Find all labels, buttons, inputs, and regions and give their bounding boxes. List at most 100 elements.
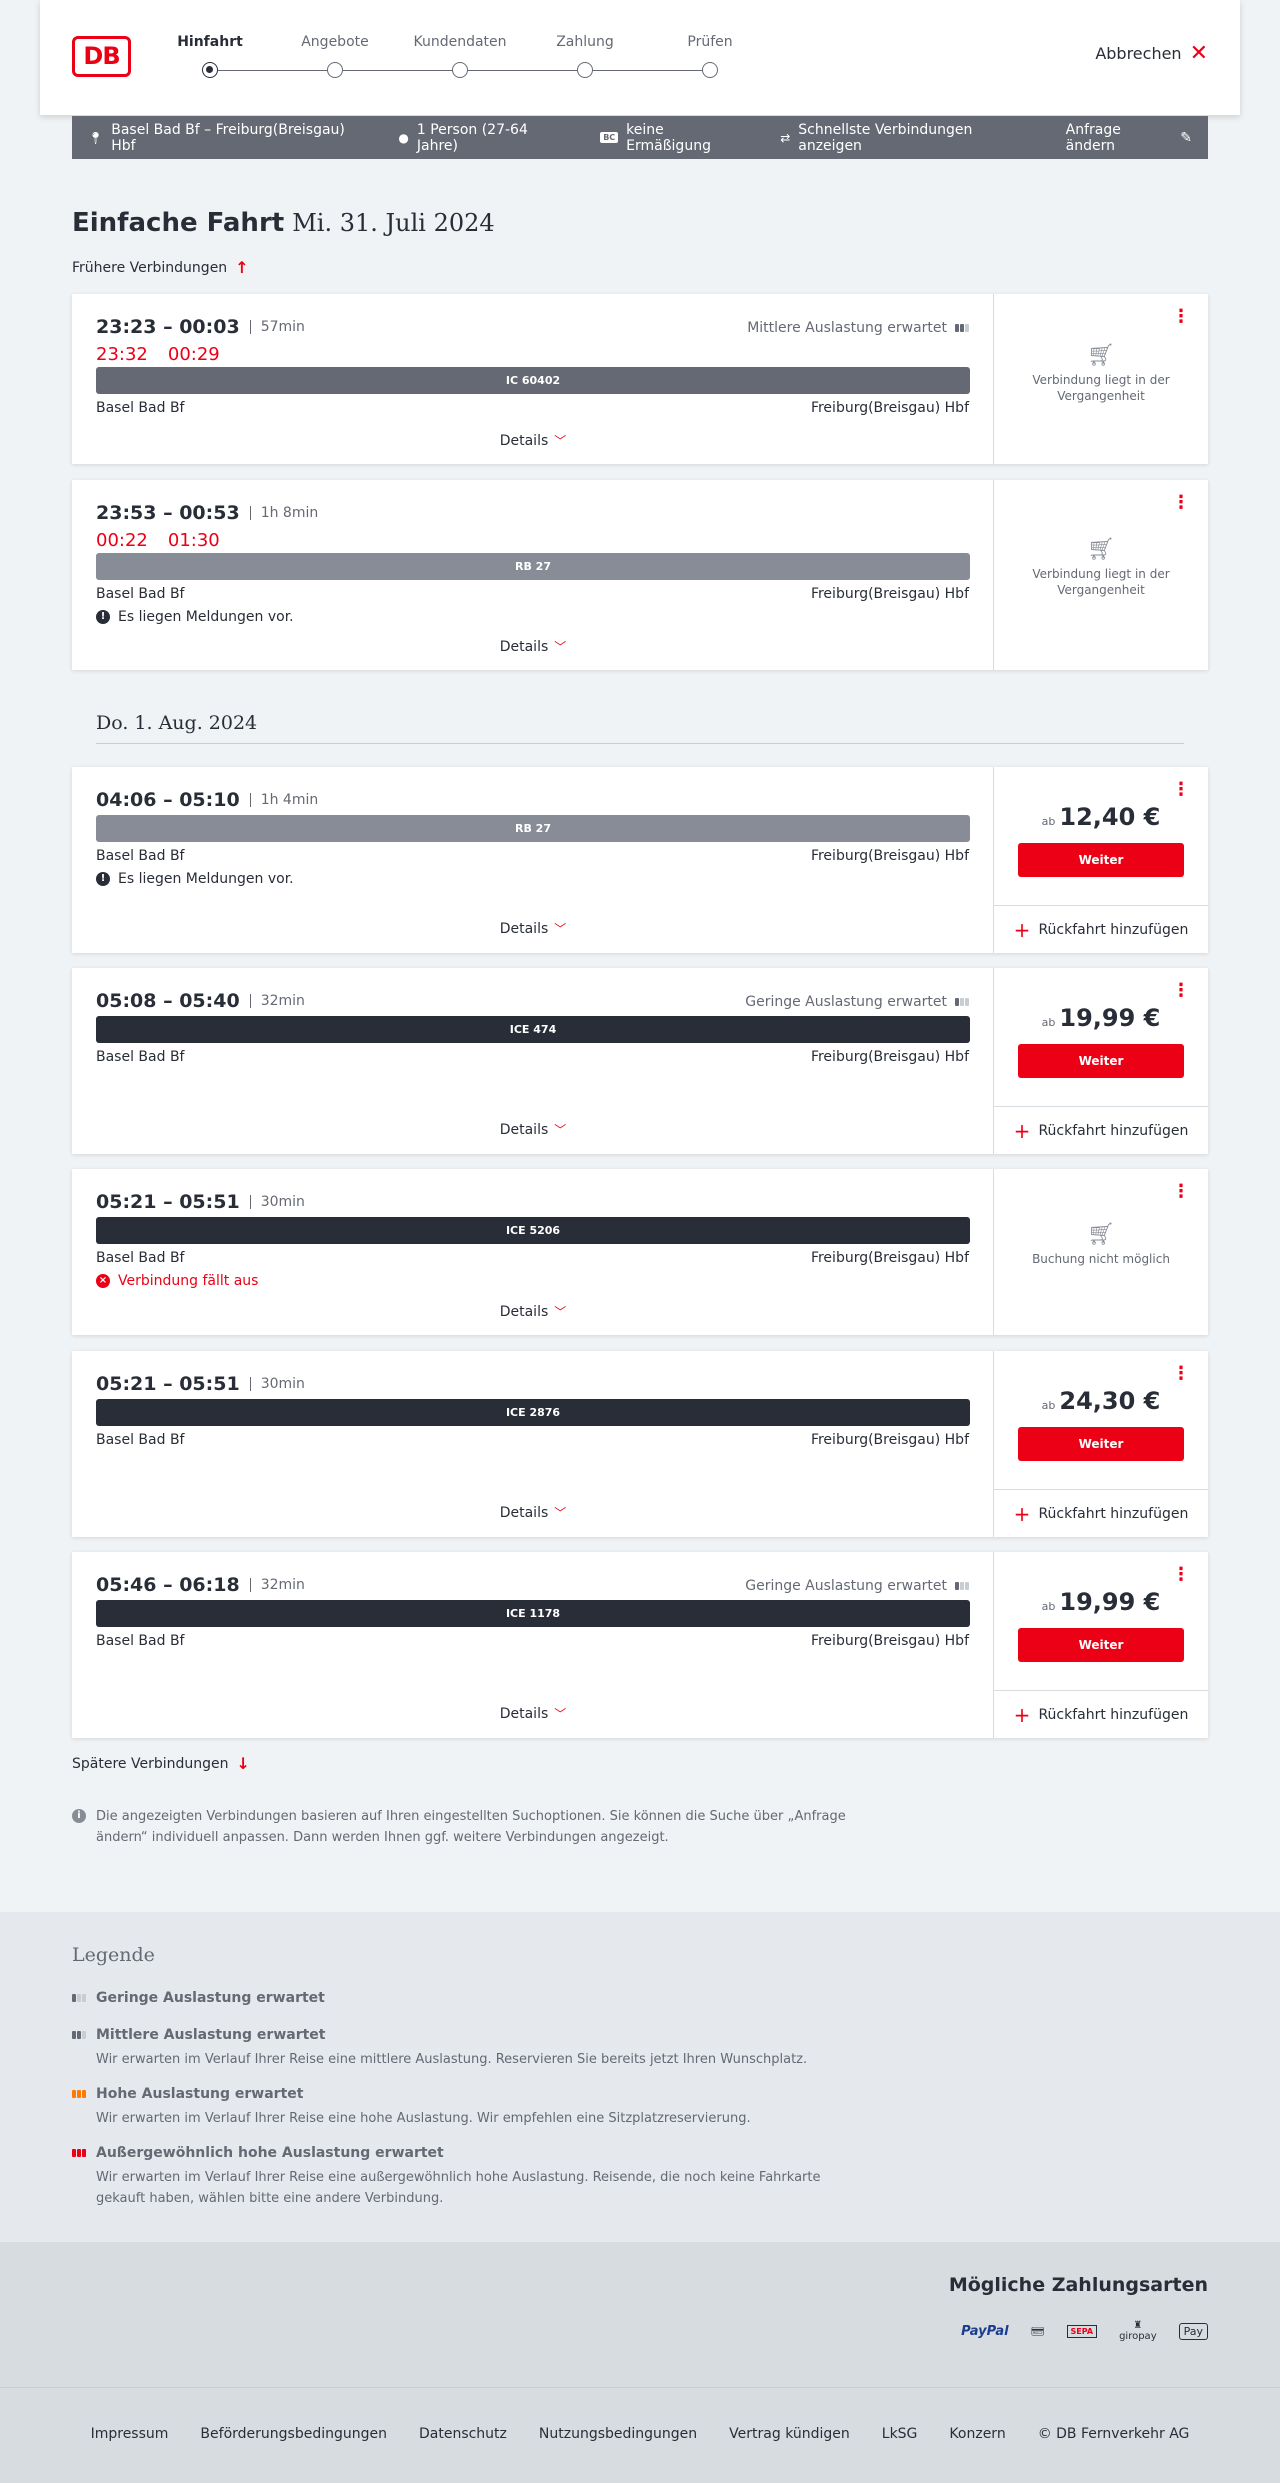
- connection-side: ⋮ 🛒︎ Verbindung liegt in der Vergangenhei…: [994, 294, 1208, 464]
- page-footer: Impressum Beförderungsbedingungen Datens…: [0, 2387, 1280, 2483]
- page-title: Einfache Fahrt Mi. 31. Juli 2024: [72, 208, 495, 238]
- footer-link-vertrag-kuendigen[interactable]: Vertrag kündigen: [729, 2426, 850, 2442]
- realtime-arrival: 01:30: [167, 530, 220, 551]
- details-label: Details: [499, 921, 549, 937]
- footer-link-datenschutz[interactable]: Datenschutz: [419, 2426, 507, 2442]
- time-range: 05:21 – 05:51: [96, 1373, 240, 1395]
- step-dot-active: [202, 62, 218, 78]
- occupancy-low-icon: [955, 1582, 969, 1590]
- train-bar[interactable]: ICE 1178: [96, 1600, 970, 1627]
- cancel-button[interactable]: Abbrechen ✕: [1095, 40, 1208, 66]
- footer-links: Impressum Beförderungsbedingungen Datens…: [0, 2426, 1280, 2442]
- price-prefix: ab: [1041, 1600, 1056, 1613]
- add-return-trip-button[interactable]: + Rückfahrt hinzufügen: [994, 905, 1208, 953]
- more-options-icon[interactable]: ⋮: [1172, 1365, 1190, 1383]
- duration: 1h 8min: [249, 506, 318, 520]
- details-label: Details: [499, 1706, 549, 1722]
- connection-card: 23:23 – 00:03 57min 23:32 00:29 Mittlere A…: [72, 294, 1208, 464]
- legend-desc: Wir erwarten im Verlauf Ihrer Reise eine…: [96, 2052, 808, 2067]
- connection-times: 05:46 – 06:18 32min: [96, 1574, 305, 1596]
- legend-desc: Wir erwarten im Verlauf Ihrer Reise eine…: [96, 2111, 751, 2126]
- footer-link-impressum[interactable]: Impressum: [91, 2426, 169, 2442]
- earlier-connections-link[interactable]: Frühere Verbindungen ↑: [72, 258, 249, 277]
- more-options-icon[interactable]: ⋮: [1172, 1566, 1190, 1584]
- occupancy-text: Mittlere Auslastung erwartet: [747, 320, 947, 336]
- continue-button[interactable]: Weiter: [1018, 843, 1184, 877]
- occupancy-low-icon: [72, 1994, 88, 2002]
- connection-times: 23:53 – 00:53 1h 8min: [96, 502, 318, 524]
- continue-button[interactable]: Weiter: [1018, 1044, 1184, 1078]
- legend-section: Legende Geringe Auslastung erwartet Mitt…: [0, 1912, 1280, 2242]
- occupancy-high-icon: [72, 2090, 88, 2098]
- cancel-label: Abbrechen: [1095, 44, 1182, 63]
- connection-side: ⋮ 🛒︎ Verbindung liegt in der Vergangenhei…: [994, 480, 1208, 670]
- more-options-icon[interactable]: ⋮: [1172, 494, 1190, 512]
- price-value: 12,40 €: [1059, 803, 1161, 831]
- chevron-down-icon: ﹀: [554, 640, 567, 654]
- train-bar[interactable]: ICE 474: [96, 1016, 970, 1043]
- realtime-departure: 00:22: [96, 530, 148, 551]
- footer-link-konzern[interactable]: Konzern: [949, 2426, 1005, 2442]
- details-label: Details: [499, 1122, 549, 1138]
- search-summary-bar: 📍︎ Basel Bad Bf – Freiburg(Breisgau) Hbf …: [72, 116, 1208, 159]
- fastest-text: Schnellste Verbindungen anzeigen: [798, 121, 973, 154]
- more-options-icon[interactable]: ⋮: [1172, 781, 1190, 799]
- connection-times: 23:23 – 00:03 57min: [96, 316, 305, 338]
- step-label: Hinfahrt: [177, 34, 243, 50]
- footer-link-befoerderungsbedingungen[interactable]: Beförderungsbedingungen: [200, 2426, 387, 2442]
- connection-main: 23:23 – 00:03 57min 23:32 00:29 Mittlere A…: [72, 294, 994, 464]
- more-options-icon[interactable]: ⋮: [1172, 982, 1190, 1000]
- add-return-trip-button[interactable]: + Rückfahrt hinzufügen: [994, 1106, 1208, 1154]
- step-kundendaten: Kundendaten: [400, 34, 520, 78]
- details-toggle[interactable]: Details ﹀: [72, 1121, 994, 1138]
- later-connections-link[interactable]: Spätere Verbindungen ↓: [72, 1754, 250, 1773]
- time-range: 23:53 – 00:53: [96, 502, 240, 524]
- connection-card: 05:21 – 05:51 30min ICE 2876 Basel Bad Bf…: [72, 1351, 1208, 1537]
- train-bar[interactable]: RB 27: [96, 815, 970, 842]
- connection-main: 05:46 – 06:18 32min Geringe Auslastung er…: [72, 1552, 994, 1738]
- price-prefix: ab: [1041, 1399, 1056, 1412]
- change-request-button[interactable]: Anfrage ändern ✎: [1066, 122, 1192, 154]
- connection-main: 05:08 – 05:40 32min Geringe Auslastung er…: [72, 968, 994, 1154]
- discount-summary: BC keine Ermäßigung: [600, 122, 750, 154]
- trip-type: Einfache Fahrt: [72, 208, 285, 238]
- cart-disabled-icon: 🛒︎: [1087, 1222, 1115, 1247]
- price: ab 19,99 €: [994, 1588, 1208, 1616]
- details-toggle[interactable]: Details ﹀: [72, 1303, 994, 1320]
- legend-head: Außergewöhnlich hohe Auslastung erwartet: [96, 2145, 444, 2161]
- past-text: Verbindung liegt in der Vergangenheit: [1032, 373, 1170, 403]
- continue-button[interactable]: Weiter: [1018, 1427, 1184, 1461]
- route-text: Basel Bad Bf – Freiburg(Breisgau) Hbf: [111, 121, 345, 154]
- train-bar[interactable]: ICE 5206: [96, 1217, 970, 1244]
- details-toggle[interactable]: Details ﹀: [72, 920, 994, 937]
- earlier-label: Frühere Verbindungen: [72, 259, 228, 276]
- footer-link-nutzungsbedingungen[interactable]: Nutzungsbedingungen: [539, 2426, 697, 2442]
- details-toggle[interactable]: Details ﹀: [72, 638, 994, 655]
- exclamation-icon: !: [96, 610, 110, 624]
- footer-link-lksg[interactable]: LkSG: [882, 2426, 918, 2442]
- day-separator: Do. 1. Aug. 2024: [96, 712, 1184, 744]
- more-options-icon[interactable]: ⋮: [1172, 308, 1190, 326]
- details-toggle[interactable]: Details ﹀: [72, 1705, 994, 1722]
- departure-station: Basel Bad Bf: [96, 1633, 185, 1649]
- train-bar[interactable]: IC 60402: [96, 367, 970, 394]
- train-bar[interactable]: ICE 2876: [96, 1399, 970, 1426]
- return-label: Rückfahrt hinzufügen: [1038, 1706, 1189, 1723]
- connection-side: ⋮ ab 12,40 € Weiter + Rückfahrt hinzufügen: [994, 767, 1208, 953]
- duration: 30min: [249, 1377, 305, 1391]
- connection-times: 05:08 – 05:40 32min: [96, 990, 305, 1012]
- add-return-trip-button[interactable]: + Rückfahrt hinzufügen: [994, 1489, 1208, 1537]
- connection-side: ⋮ ab 19,99 € Weiter + Rückfahrt hinzufügen: [994, 1552, 1208, 1738]
- legend-desc: Wir erwarten im Verlauf Ihrer Reise eine…: [96, 2170, 821, 2206]
- train-bar[interactable]: RB 27: [96, 553, 970, 580]
- db-logo[interactable]: DB: [72, 36, 131, 77]
- price-value: 19,99 €: [1059, 1004, 1161, 1032]
- arrow-down-icon: ↓: [236, 1754, 250, 1773]
- close-icon: ✕: [1189, 40, 1208, 66]
- add-return-trip-button[interactable]: + Rückfahrt hinzufügen: [994, 1690, 1208, 1738]
- more-options-icon[interactable]: ⋮: [1172, 1183, 1190, 1201]
- realtime-times: 00:22 01:30: [96, 530, 220, 551]
- details-toggle[interactable]: Details ﹀: [72, 432, 994, 449]
- details-toggle[interactable]: Details ﹀: [72, 1504, 994, 1521]
- continue-button[interactable]: Weiter: [1018, 1628, 1184, 1662]
